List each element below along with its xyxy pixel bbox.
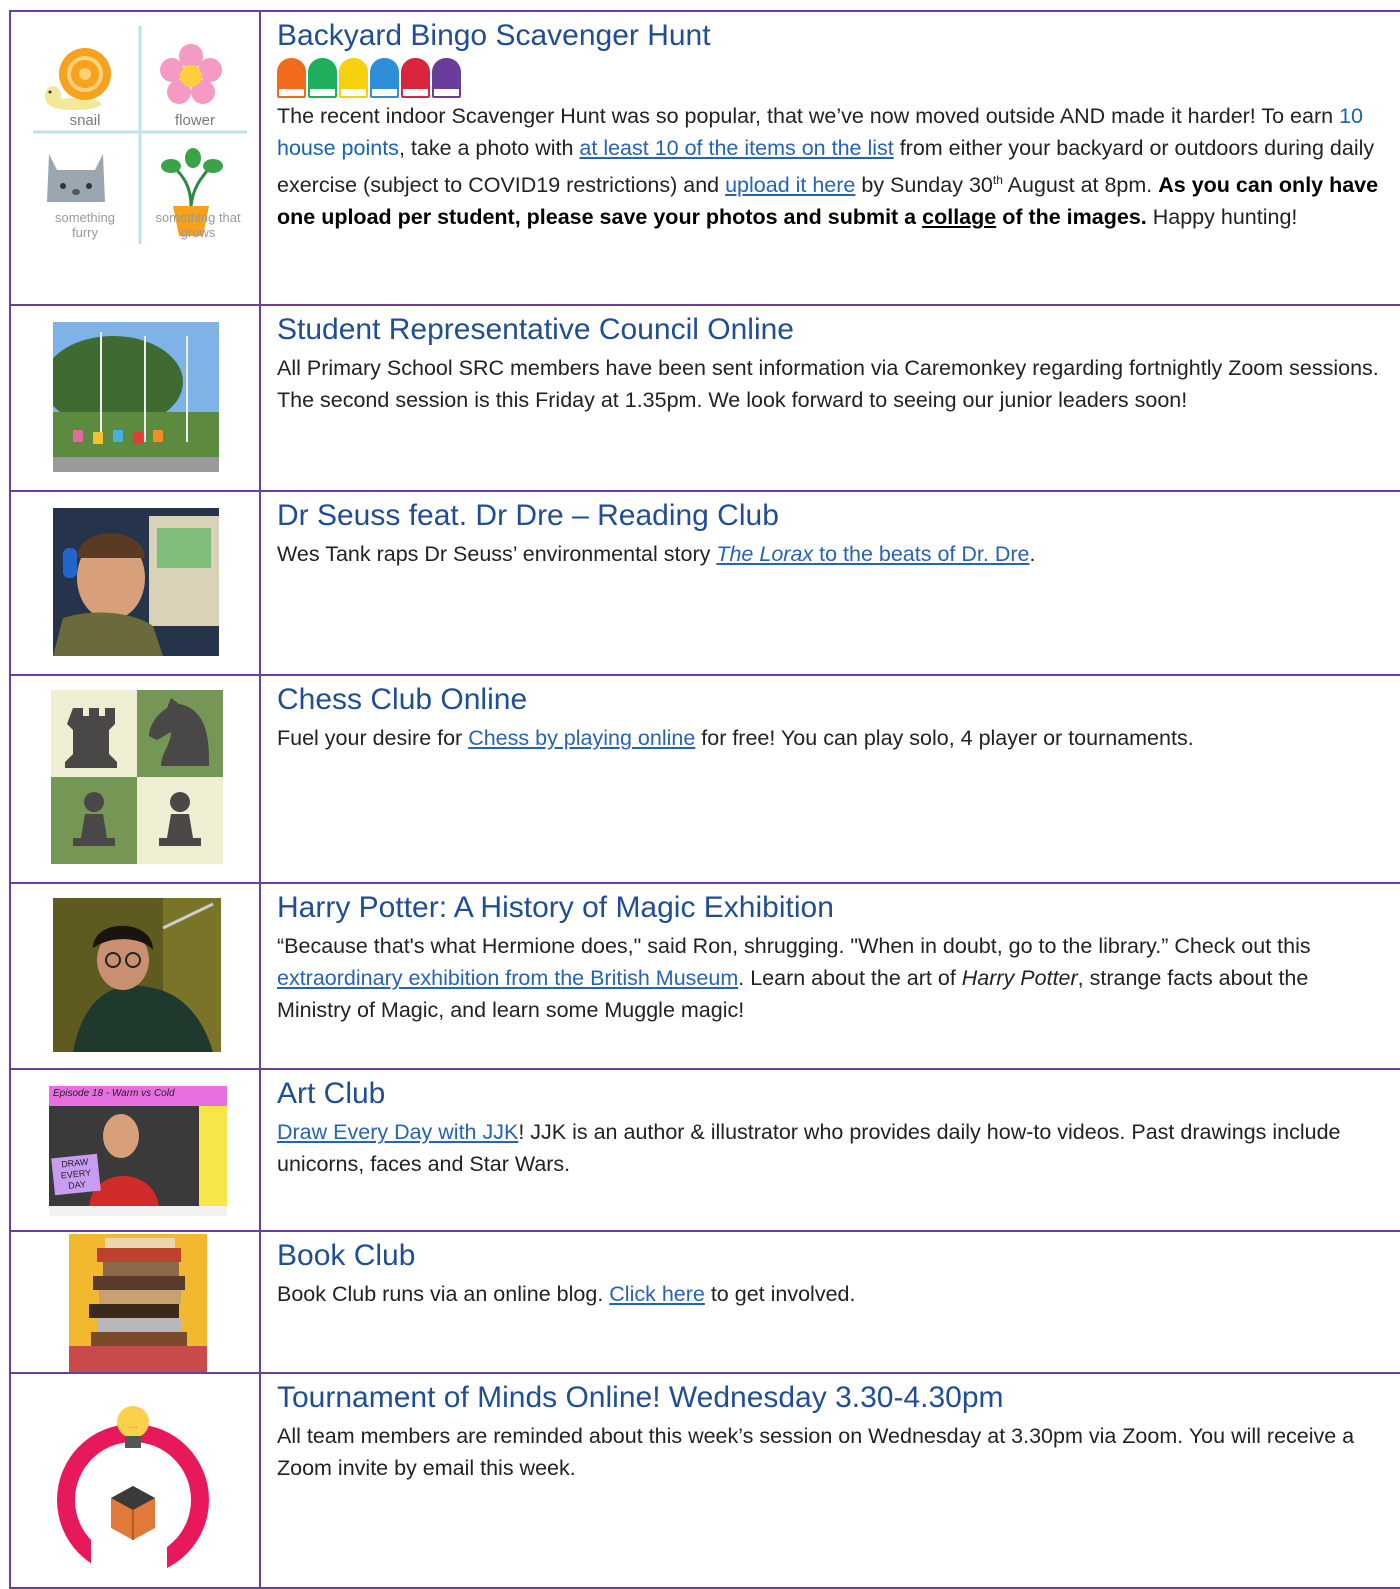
wes-tank-photo [53,508,219,656]
row-body: All Primary School SRC members have been… [277,356,1379,412]
draw-every-day-sign: DRAW EVERY DAY [51,1153,101,1196]
content-cell: Art Club Draw Every Day with JJK! JJK is… [277,1076,1384,1180]
house-logo [401,58,430,98]
row-body: All team members are reminded about this… [277,1424,1355,1480]
row-title: Dr Seuss feat. Dr Dre – Reading Club [277,499,779,532]
content-cell: Chess Club Online Fuel your desire for C… [277,682,1384,754]
harry-potter-painting [53,898,221,1052]
chess-pieces-image [51,690,223,864]
school-flags-photo [53,322,219,472]
image-cell: snail flower something furry something t… [9,12,261,306]
content-cell: Backyard Bingo Scavenger Hunt The recent… [277,18,1384,233]
row-title: Tournament of Minds Online! Wednesday 3.… [277,1381,1004,1414]
row-body: Fuel your desire for Chess by playing on… [277,726,1194,750]
house-logo [308,58,337,98]
items-list-link[interactable]: at least 10 of the items on the list [579,136,893,160]
content-cell: Student Representative Council Online Al… [277,312,1384,416]
image-cell: ... [9,1374,261,1587]
table-row: ... Tournament of Minds Online! Wednesda… [9,1372,1400,1589]
row-body: “Because that's what Hermione does," sai… [277,934,1311,1022]
image-cell: Episode 18 - Warm vs Cold DRAW EVERY DAY [9,1070,261,1232]
image-cell [9,306,261,492]
row-title: Art Club [277,1077,386,1110]
house-logo [277,58,306,98]
book-club-link[interactable]: Click here [609,1282,705,1306]
content-cell: Dr Seuss feat. Dr Dre – Reading Club Wes… [277,498,1384,570]
row-title: Student Representative Council Online [277,313,794,346]
table-row: Chess Club Online Fuel your desire for C… [9,674,1400,884]
svg-text:...: ... [128,1420,138,1431]
table-row: Harry Potter: A History of Magic Exhibit… [9,882,1400,1070]
row-body: Draw Every Day with JJK! JJK is an autho… [277,1120,1341,1176]
chess-online-link[interactable]: Chess by playing online [468,726,695,750]
table-row: snail flower something furry something t… [9,10,1400,306]
bingo-card-image: snail flower something furry something t… [33,26,247,248]
image-cell [9,676,261,884]
row-title: Book Club [277,1239,416,1272]
table-row: Student Representative Council Online Al… [9,304,1400,492]
house-logo [339,58,368,98]
content-cell: Book Club Book Club runs via an online b… [277,1238,1384,1310]
draw-every-day-link[interactable]: Draw Every Day with JJK [277,1120,518,1144]
bingo-label-snail: snail [69,112,101,129]
book-stack-image [69,1234,207,1374]
image-cell [9,1232,261,1374]
bingo-label-flower: flower [174,112,215,129]
row-title: Backyard Bingo Scavenger Hunt [277,19,711,52]
row-title: Harry Potter: A History of Magic Exhibit… [277,891,834,924]
table-row: Book Club Book Club runs via an online b… [9,1230,1400,1374]
house-logos [277,58,1384,98]
row-title: Chess Club Online [277,683,528,716]
row-body: Wes Tank raps Dr Seuss’ environmental st… [277,542,1036,566]
image-cell [9,492,261,676]
house-logo [370,58,399,98]
thumb-banner: Episode 18 - Warm vs Cold [53,1088,175,1099]
upload-link[interactable]: upload it here [725,173,855,197]
content-cell: Tournament of Minds Online! Wednesday 3.… [277,1380,1384,1484]
tournament-of-minds-logo: ... [51,1388,215,1584]
british-museum-link[interactable]: extraordinary exhibition from the Britis… [277,966,738,990]
table-row: Episode 18 - Warm vs Cold DRAW EVERY DAY… [9,1068,1400,1232]
art-club-thumbnail: Episode 18 - Warm vs Cold DRAW EVERY DAY [49,1086,227,1216]
bingo-label-furry: something furry [55,210,115,240]
house-logo [432,58,461,98]
bingo-label-grows: something that grows [155,210,241,240]
table-row: Dr Seuss feat. Dr Dre – Reading Club Wes… [9,490,1400,676]
row-body: Book Club runs via an online blog. Click… [277,1282,856,1306]
lorax-link[interactable]: The Lorax to the beats of Dr. Dre [716,542,1029,566]
content-cell: Harry Potter: A History of Magic Exhibit… [277,890,1384,1026]
image-cell [9,884,261,1070]
row-body: The recent indoor Scavenger Hunt was so … [277,104,1379,230]
